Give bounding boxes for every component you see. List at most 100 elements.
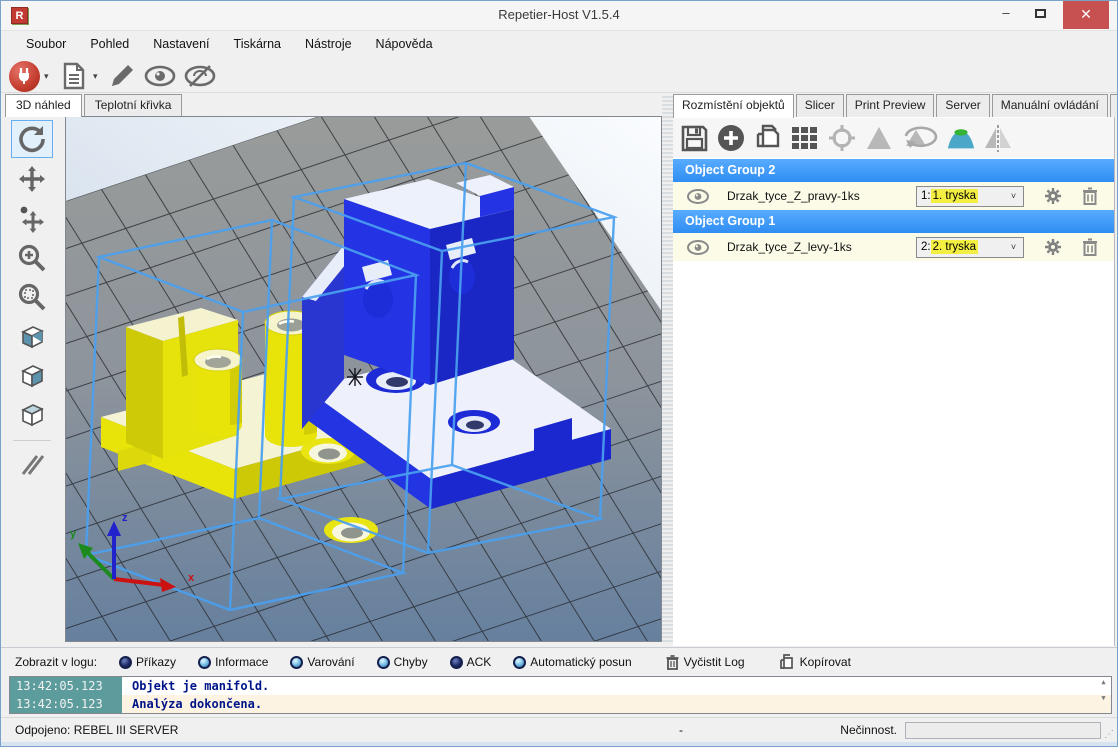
menu-nastaveni[interactable]: Nastavení xyxy=(142,33,220,55)
fit-view-button[interactable] xyxy=(11,278,53,316)
object-settings-button[interactable] xyxy=(1044,238,1062,256)
add-object-button[interactable] xyxy=(716,123,746,153)
copy-object-button[interactable] xyxy=(753,123,783,153)
toggle-dot-icon xyxy=(290,656,303,669)
status-center: - xyxy=(641,723,721,737)
center-icon xyxy=(828,124,856,152)
connect-button[interactable] xyxy=(7,60,41,92)
delete-object-button[interactable] xyxy=(1082,238,1098,256)
move-icon xyxy=(17,164,47,194)
menu-tiskarna[interactable]: Tiskárna xyxy=(223,33,292,55)
tab-rozmisteni-objektu[interactable]: Rozmístění objektů xyxy=(673,94,794,118)
log-scrollbar[interactable]: ▲▼ xyxy=(1097,678,1110,712)
toggle-dot-icon xyxy=(198,656,211,669)
grid-icon xyxy=(790,123,820,153)
mirror-object-button[interactable] xyxy=(983,123,1013,153)
log-filter-bar: Zobrazit v logu: Příkazy Informace Varov… xyxy=(1,647,1117,676)
plug-icon xyxy=(9,61,40,92)
front-view-button[interactable] xyxy=(11,357,53,395)
toggle-ack[interactable]: ACK xyxy=(450,655,492,669)
clear-log-button[interactable]: Vyčistit Log xyxy=(666,655,745,670)
hide-travel-button[interactable] xyxy=(183,60,217,92)
gear-icon xyxy=(1044,187,1062,205)
svg-text:z: z xyxy=(122,512,128,524)
rotate-icon xyxy=(17,124,47,154)
maximize-button[interactable] xyxy=(1025,1,1055,27)
toggle-automaticky-posun[interactable]: Automatický posun xyxy=(513,655,631,669)
title-bar: R Repetier-Host V1.5.4 – ✕ xyxy=(1,1,1117,31)
minimize-button[interactable]: – xyxy=(991,1,1021,27)
object-toolbar xyxy=(673,118,1114,158)
connect-dropdown-caret[interactable]: ▾ xyxy=(44,71,49,82)
toggle-chyby[interactable]: Chyby xyxy=(377,655,428,669)
drop-object-button[interactable] xyxy=(946,123,976,153)
tab-server[interactable]: Server xyxy=(936,94,989,117)
iso-view-button[interactable] xyxy=(11,318,53,356)
menu-nastroje[interactable]: Nástroje xyxy=(294,33,363,55)
object-row[interactable]: Drzak_tyce_Z_levy-1ks 2:2. tryska ˅ xyxy=(673,233,1114,261)
save-icon xyxy=(681,125,708,152)
svg-text:y: y xyxy=(70,528,77,540)
delete-object-button[interactable] xyxy=(1082,187,1098,205)
progress-bar xyxy=(905,722,1101,739)
save-object-button[interactable] xyxy=(679,123,709,153)
resize-grip[interactable]: ⋰ xyxy=(1104,729,1115,740)
top-view-button[interactable] xyxy=(11,396,53,434)
load-button[interactable] xyxy=(57,60,91,92)
svg-text:x: x xyxy=(188,572,195,584)
move-object-button[interactable] xyxy=(11,200,53,238)
toggle-prikazy[interactable]: Příkazy xyxy=(119,655,176,669)
tab-sd-karta[interactable]: SD karta xyxy=(1110,94,1118,117)
menu-pohled[interactable]: Pohled xyxy=(79,33,140,55)
visibility-eye-icon[interactable] xyxy=(687,240,709,255)
scale-object-button[interactable] xyxy=(864,123,894,153)
toggle-varovani[interactable]: Varování xyxy=(290,655,354,669)
log-output[interactable]: 13:42:05.123 Objekt je manifold. 13:42:0… xyxy=(9,676,1112,714)
copy-log-button[interactable]: Kopírovat xyxy=(779,654,851,670)
toggle-informace[interactable]: Informace xyxy=(198,655,268,669)
tab-manualni-ovladani[interactable]: Manuální ovládání xyxy=(992,94,1108,117)
clear-log-label: Vyčistit Log xyxy=(684,655,745,669)
tab-teplotni-krivka[interactable]: Teplotní křivka xyxy=(84,94,183,116)
group-header[interactable]: Object Group 1 xyxy=(673,210,1114,233)
panel-splitter[interactable] xyxy=(662,94,673,642)
document-icon xyxy=(61,62,87,90)
center-object-button[interactable] xyxy=(827,123,857,153)
tab-print-preview[interactable]: Print Preview xyxy=(846,94,935,117)
close-button[interactable]: ✕ xyxy=(1063,1,1109,29)
extruder-prefix: 1: xyxy=(921,190,931,202)
menu-napoveda[interactable]: Nápověda xyxy=(365,33,444,55)
rotate-view-button[interactable] xyxy=(11,120,53,158)
tab-3d-nahled[interactable]: 3D náhled xyxy=(5,94,82,117)
edit-gcode-button[interactable] xyxy=(105,60,139,92)
tab-slicer[interactable]: Slicer xyxy=(796,94,844,117)
extruder-select[interactable]: 2:2. tryska ˅ xyxy=(916,237,1024,258)
object-row[interactable]: Drzak_tyce_Z_pravy-1ks 1:1. tryska ˅ xyxy=(673,182,1114,210)
maximize-icon xyxy=(1035,9,1046,18)
move-object-icon xyxy=(17,204,47,234)
autoposition-button[interactable] xyxy=(790,123,820,153)
viewport-3d[interactable]: x y z xyxy=(65,116,662,642)
toggle-label: Chyby xyxy=(394,655,428,669)
toggle-label: Příkazy xyxy=(136,655,176,669)
zoom-in-icon xyxy=(17,243,47,273)
scale-icon xyxy=(865,125,893,151)
zoom-in-button[interactable] xyxy=(11,239,53,277)
menu-soubor[interactable]: Soubor xyxy=(15,33,77,55)
move-view-button[interactable] xyxy=(11,160,53,198)
extruder-select[interactable]: 1:1. tryska ˅ xyxy=(916,186,1024,207)
object-settings-button[interactable] xyxy=(1044,187,1062,205)
group-header[interactable]: Object Group 2 xyxy=(673,159,1114,182)
rotate-object-button[interactable] xyxy=(901,123,939,153)
visibility-eye-icon[interactable] xyxy=(687,189,709,204)
parallel-projection-button[interactable] xyxy=(11,446,53,484)
drop-object-icon xyxy=(946,125,976,151)
show-filament-button[interactable] xyxy=(143,60,177,92)
toggle-label: ACK xyxy=(467,655,492,669)
extruder-value: 1. tryska xyxy=(931,189,978,203)
toolbar-separator xyxy=(13,440,51,441)
load-dropdown-caret[interactable]: ▾ xyxy=(93,71,98,82)
trash-icon xyxy=(1082,238,1098,256)
right-tabs: Rozmístění objektů Slicer Print Preview … xyxy=(673,94,1114,117)
log-filter-label: Zobrazit v logu: xyxy=(15,655,97,669)
